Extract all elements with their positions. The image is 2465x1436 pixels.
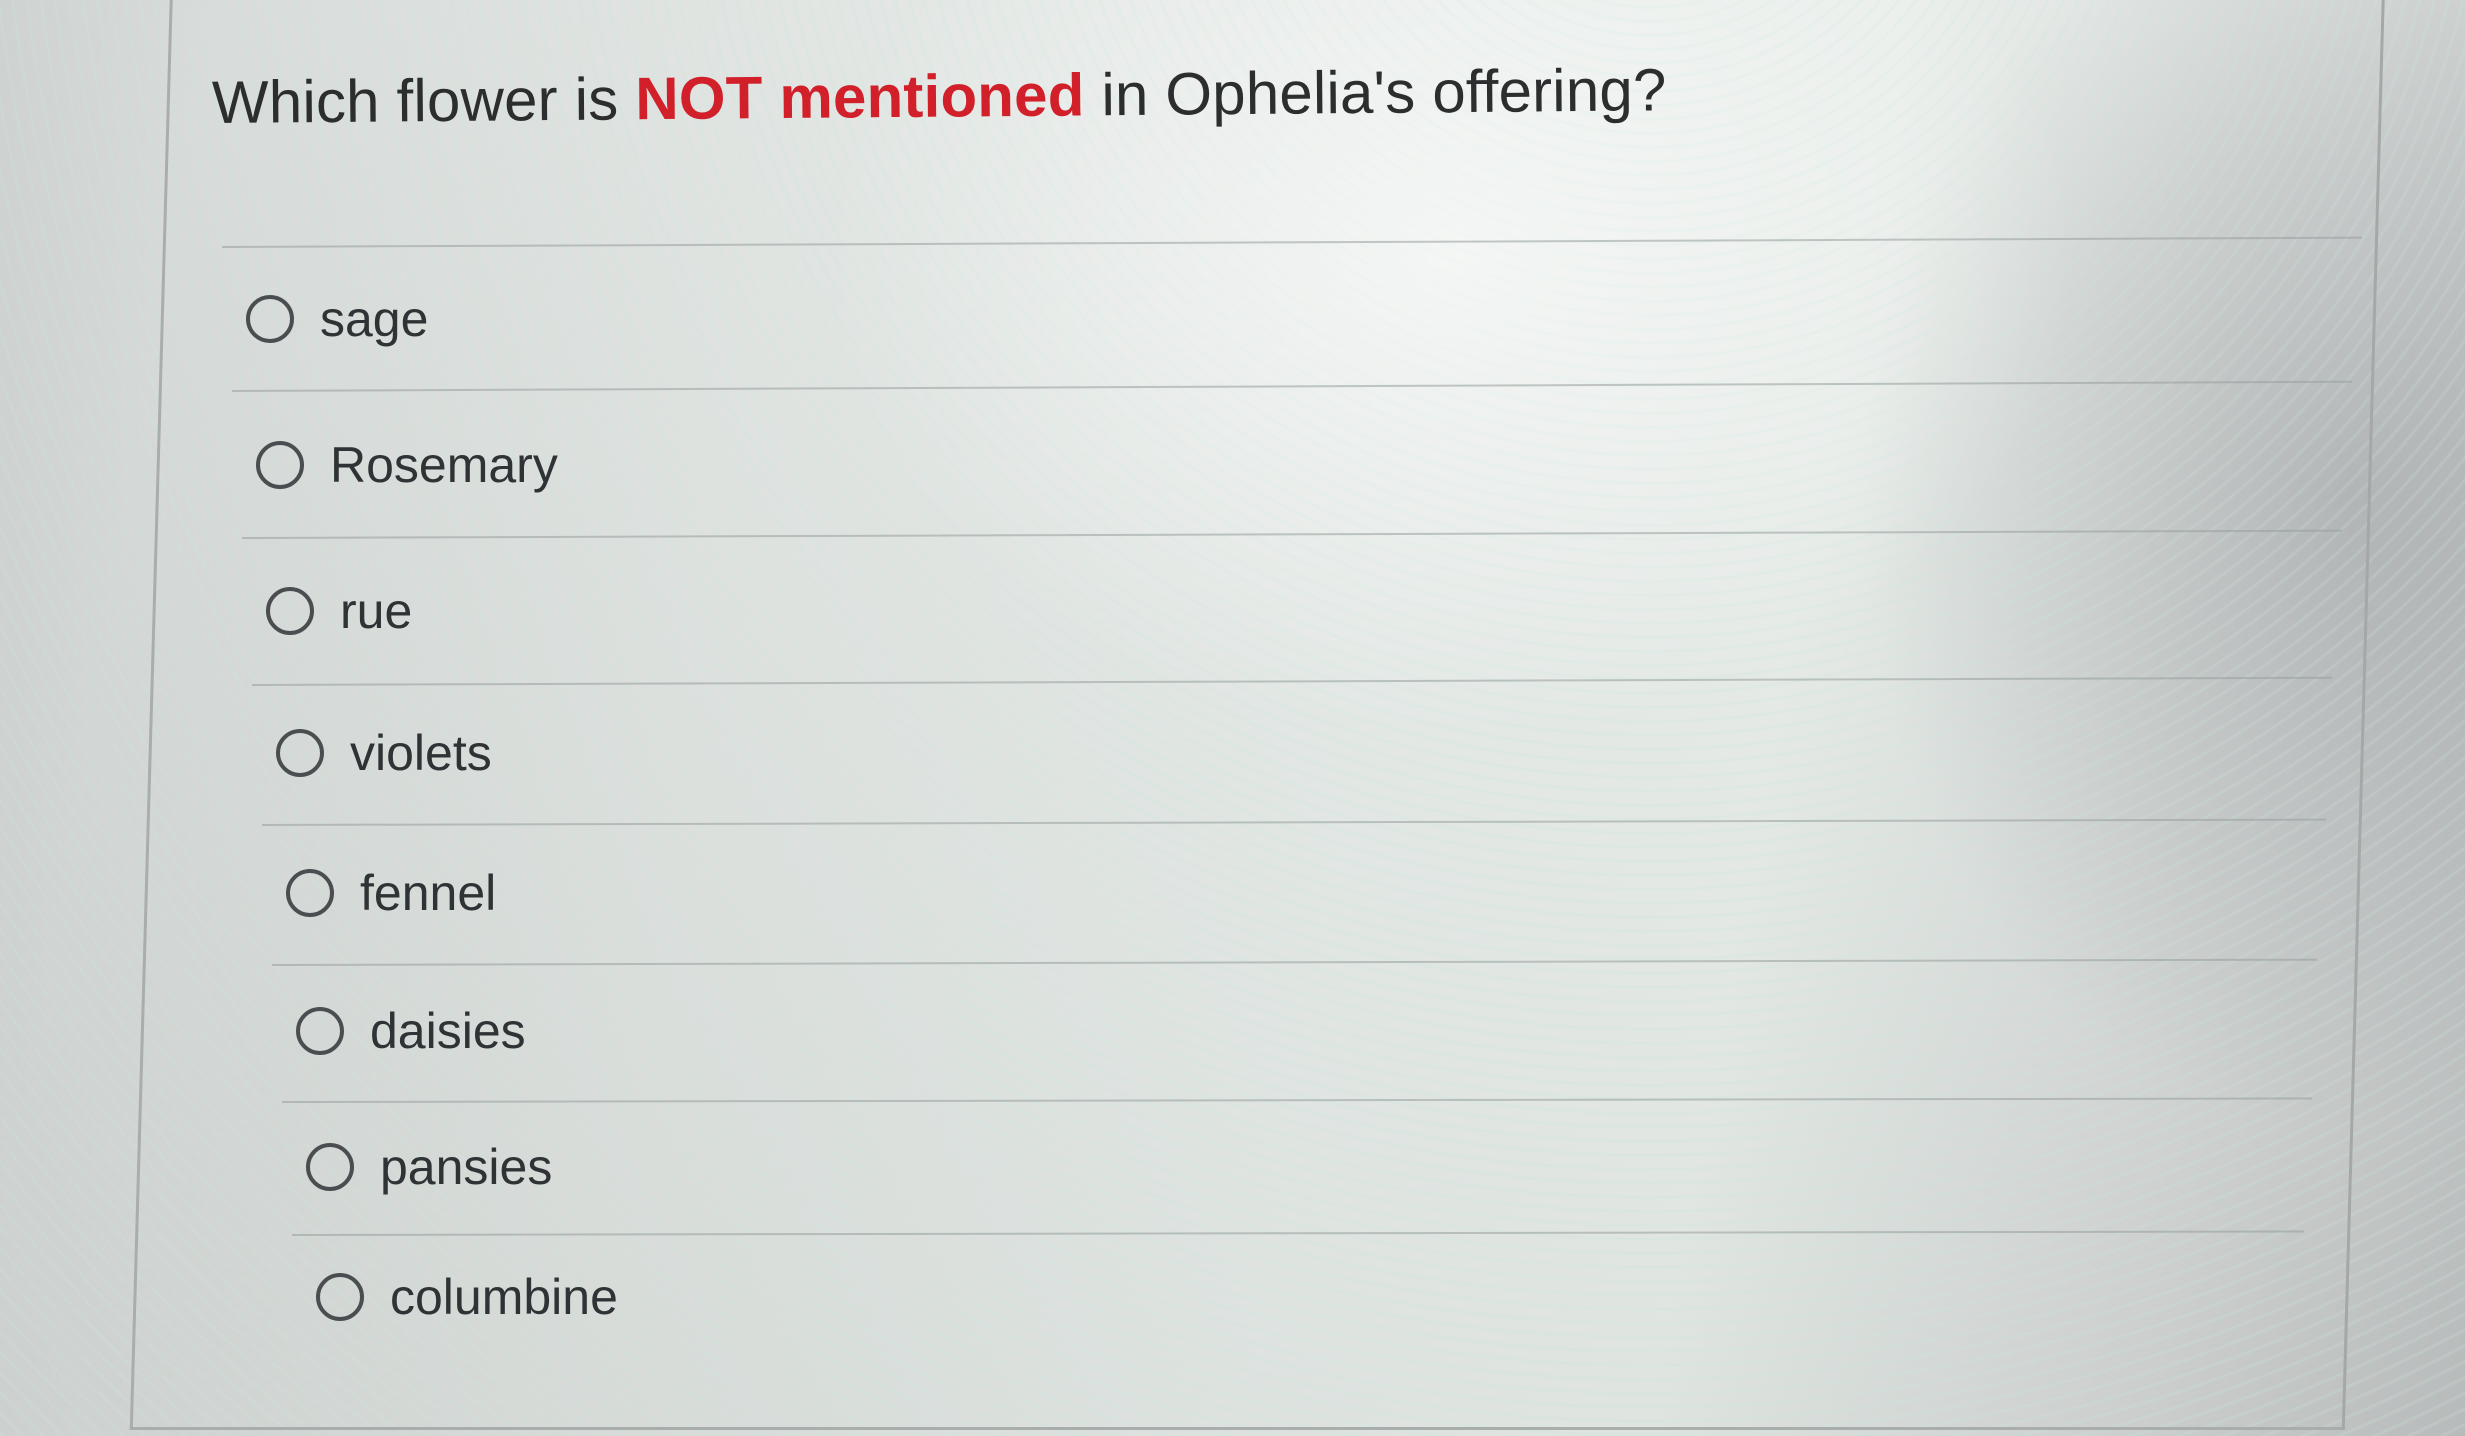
option-divider: [221, 236, 2362, 248]
option-label: fennel: [360, 865, 497, 921]
option-daisies[interactable]: daisies: [296, 1002, 526, 1060]
radio-button[interactable]: [246, 295, 294, 343]
radio-button[interactable]: [296, 1007, 344, 1055]
answer-options: sage Rosemary rue violets fennel daisies…: [0, 0, 2465, 1436]
radio-button[interactable]: [276, 729, 324, 777]
option-divider: [241, 529, 2342, 539]
option-columbine[interactable]: columbine: [316, 1268, 618, 1326]
option-label: daisies: [370, 1003, 526, 1059]
radio-button[interactable]: [306, 1143, 354, 1191]
option-pansies[interactable]: pansies: [306, 1138, 552, 1196]
option-fennel[interactable]: fennel: [286, 864, 496, 922]
option-label: rue: [340, 583, 413, 639]
option-label: columbine: [390, 1269, 618, 1325]
option-divider: [231, 380, 2352, 392]
option-label: violets: [350, 725, 492, 781]
option-rue[interactable]: rue: [266, 582, 412, 640]
option-divider: [281, 1097, 2312, 1103]
option-label: sage: [320, 291, 429, 347]
option-divider: [261, 818, 2326, 826]
option-sage[interactable]: sage: [246, 290, 428, 348]
option-label: Rosemary: [330, 437, 558, 493]
radio-button[interactable]: [266, 587, 314, 635]
option-divider: [271, 958, 2317, 966]
option-label: pansies: [380, 1139, 553, 1195]
option-rosemary[interactable]: Rosemary: [256, 436, 558, 494]
option-violets[interactable]: violets: [276, 724, 492, 782]
radio-button[interactable]: [316, 1273, 364, 1321]
radio-button[interactable]: [256, 441, 304, 489]
radio-button[interactable]: [286, 869, 334, 917]
option-divider: [291, 1230, 2304, 1236]
option-divider: [251, 676, 2332, 686]
